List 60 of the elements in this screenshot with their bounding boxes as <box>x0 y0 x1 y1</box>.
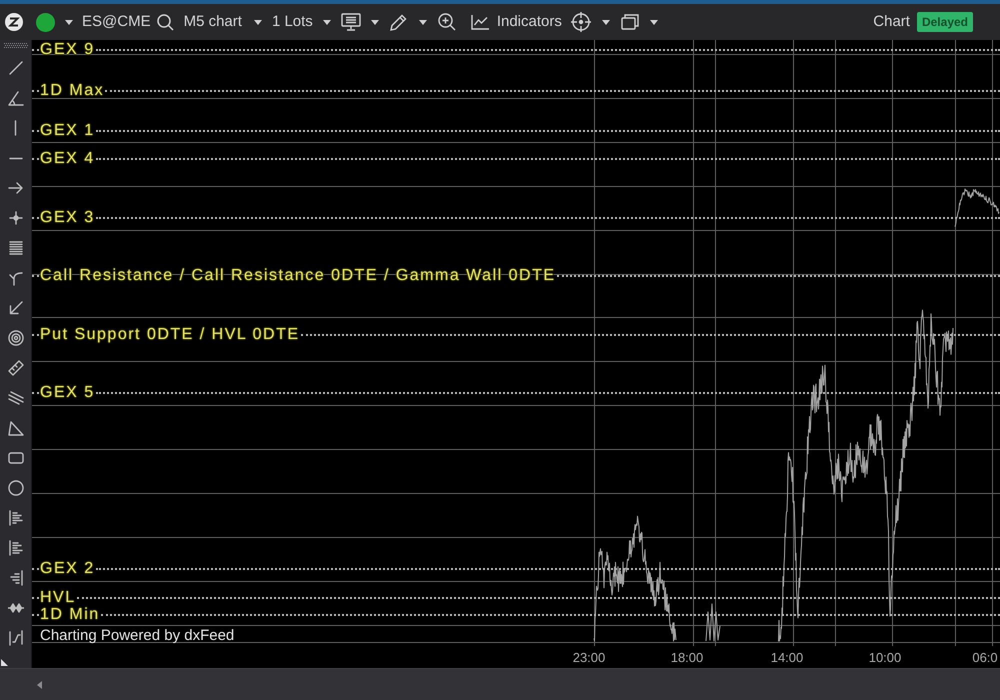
fork-icon[interactable] <box>8 270 22 286</box>
corner-triangle-icon[interactable] <box>1 659 8 666</box>
level-label: HVL <box>39 589 77 606</box>
timeframe-button[interactable]: M5 chart <box>184 12 242 32</box>
level-label: GEX 3 <box>39 209 96 226</box>
arrow-right-icon[interactable] <box>8 182 23 194</box>
arrow-down-left-icon[interactable] <box>8 301 22 315</box>
horizontal-line-icon[interactable] <box>8 156 22 160</box>
chart-label: Chart <box>873 12 910 32</box>
spiral-icon[interactable] <box>8 330 24 346</box>
time-label: 23:00 <box>572 650 606 665</box>
windows-icon[interactable] <box>620 14 639 30</box>
symbol-button[interactable]: ES@CME <box>82 12 151 32</box>
attribution-text: Charting Powered by dxFeed <box>40 628 234 644</box>
parallel-lines-icon[interactable] <box>8 391 24 405</box>
bar-lines-icon[interactable] <box>8 510 22 526</box>
angle-icon[interactable] <box>8 90 24 106</box>
crosshair-icon[interactable] <box>570 12 591 32</box>
circle-icon[interactable] <box>8 480 24 496</box>
level-label: GEX 4 <box>39 150 96 167</box>
quantity-button[interactable]: 1 Lots <box>272 12 313 32</box>
caret-left-icon[interactable] <box>37 680 42 688</box>
level-label: GEX 1 <box>39 122 96 139</box>
ruler-icon[interactable] <box>8 360 24 376</box>
zoom-in-icon[interactable] <box>438 13 456 31</box>
level-label: GEX 2 <box>39 560 96 577</box>
time-label: 06:0 <box>972 650 998 665</box>
caret-icon[interactable] <box>650 20 658 24</box>
time-label: 18:00 <box>670 650 704 665</box>
level-label: GEX 9 <box>39 41 96 58</box>
rectangle-icon[interactable] <box>8 452 24 464</box>
level-label: 1D Min <box>39 606 101 623</box>
step-line-icon[interactable] <box>8 630 22 646</box>
plus-icon[interactable] <box>8 211 22 225</box>
diagonal-line-icon[interactable] <box>8 61 22 75</box>
level-label: GEX 5 <box>39 384 96 401</box>
caret-icon[interactable] <box>322 20 331 24</box>
level-label: Put Support 0DTE / HVL 0DTE <box>39 326 301 343</box>
monitor-icon[interactable] <box>340 13 361 31</box>
caret-icon[interactable] <box>65 20 73 24</box>
pencil-icon[interactable] <box>390 14 407 30</box>
vertical-line-icon[interactable] <box>14 120 17 136</box>
indicators-button[interactable]: Indicators <box>470 12 562 32</box>
caret-icon[interactable] <box>254 20 262 24</box>
caret-icon[interactable] <box>418 20 427 24</box>
status-badge: Delayed <box>916 12 973 32</box>
search-icon[interactable] <box>156 14 174 30</box>
time-label: 14:00 <box>770 650 804 665</box>
bar-lines-right-icon[interactable] <box>8 570 22 586</box>
level-label: Call Resistance / Call Resistance 0DTE / Gamma Wall 0DTE <box>39 267 557 284</box>
level-label: 1D Max <box>39 82 106 99</box>
time-label: 10:00 <box>868 650 902 665</box>
caret-icon[interactable] <box>602 20 610 24</box>
line-chart-icon <box>470 14 489 30</box>
stacked-lines-icon[interactable] <box>8 241 22 255</box>
bar-lines-icon[interactable] <box>8 540 22 556</box>
triangle-icon[interactable] <box>8 420 24 436</box>
caret-icon[interactable] <box>370 20 379 24</box>
diamonds-icon[interactable] <box>8 602 24 614</box>
logo-icon[interactable] <box>5 13 23 31</box>
